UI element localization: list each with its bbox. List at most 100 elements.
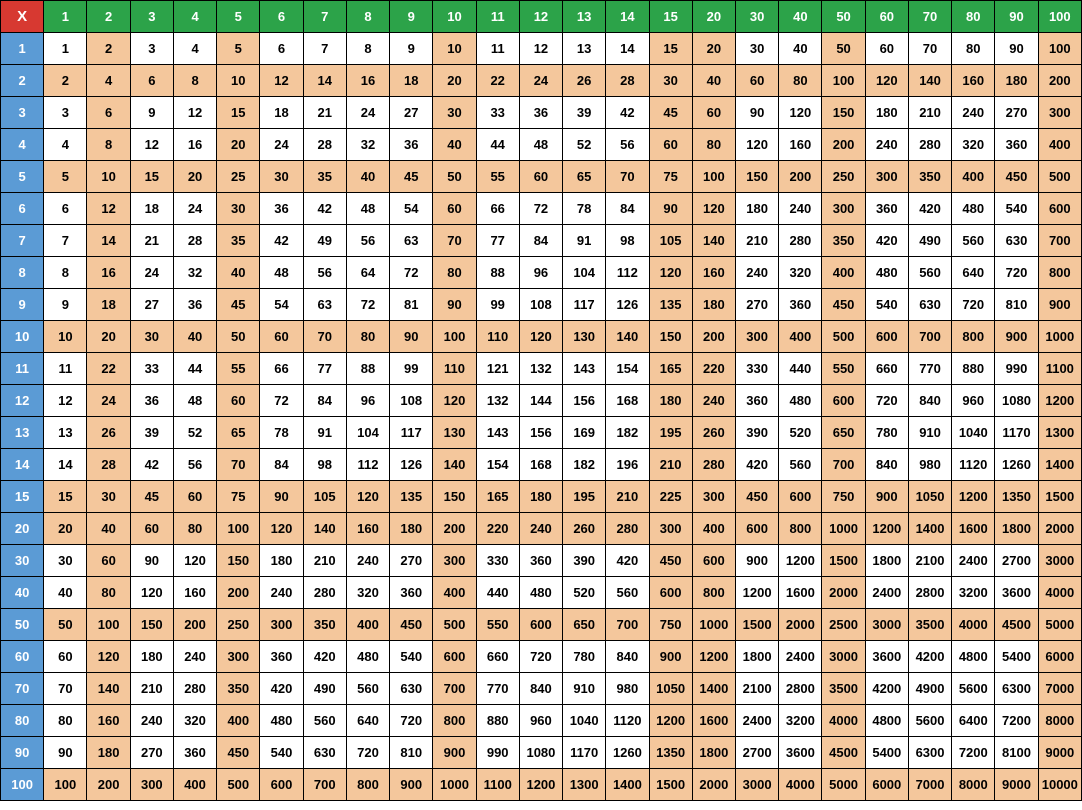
data-cell: 121 — [476, 353, 519, 385]
data-cell: 32 — [173, 257, 216, 289]
data-cell: 5 — [217, 33, 260, 65]
table-row: 1010203040506070809010011012013014015020… — [1, 321, 1082, 353]
data-cell: 50 — [44, 609, 87, 641]
data-cell: 90 — [433, 289, 476, 321]
data-cell: 6300 — [995, 673, 1038, 705]
data-cell: 910 — [908, 417, 951, 449]
data-cell: 360 — [260, 641, 303, 673]
row-header: 90 — [1, 737, 44, 769]
data-cell: 1500 — [649, 769, 692, 801]
data-cell: 15 — [130, 161, 173, 193]
data-cell: 400 — [346, 609, 389, 641]
data-cell: 8 — [346, 33, 389, 65]
data-cell: 240 — [735, 257, 778, 289]
data-cell: 5400 — [865, 737, 908, 769]
data-cell: 8 — [87, 129, 130, 161]
data-cell: 56 — [606, 129, 649, 161]
data-cell: 150 — [217, 545, 260, 577]
data-cell: 14 — [87, 225, 130, 257]
col-header: 10 — [433, 1, 476, 33]
data-cell: 480 — [260, 705, 303, 737]
table-row: 9918273645546372819099108117126135180270… — [1, 289, 1082, 321]
data-cell: 480 — [779, 385, 822, 417]
data-cell: 50 — [217, 321, 260, 353]
data-cell: 320 — [346, 577, 389, 609]
data-cell: 1080 — [995, 385, 1038, 417]
table-row: 7714212835424956637077849198105140210280… — [1, 225, 1082, 257]
data-cell: 6 — [260, 33, 303, 65]
data-cell: 280 — [173, 673, 216, 705]
data-cell: 400 — [217, 705, 260, 737]
data-cell: 160 — [346, 513, 389, 545]
row-header: 10 — [1, 321, 44, 353]
data-cell: 280 — [908, 129, 951, 161]
data-cell: 600 — [519, 609, 562, 641]
data-cell: 80 — [692, 129, 735, 161]
data-cell: 80 — [952, 33, 995, 65]
data-cell: 80 — [433, 257, 476, 289]
data-cell: 210 — [606, 481, 649, 513]
data-cell: 500 — [433, 609, 476, 641]
data-cell: 1200 — [649, 705, 692, 737]
table-row: 4481216202428323640444852566080120160200… — [1, 129, 1082, 161]
data-cell: 1400 — [908, 513, 951, 545]
corner-cell: X — [1, 1, 44, 33]
data-cell: 3600 — [995, 577, 1038, 609]
data-cell: 117 — [390, 417, 433, 449]
col-header: 70 — [908, 1, 951, 33]
data-cell: 182 — [606, 417, 649, 449]
col-header: 2 — [87, 1, 130, 33]
data-cell: 5600 — [952, 673, 995, 705]
data-cell: 120 — [173, 545, 216, 577]
data-cell: 500 — [1038, 161, 1081, 193]
data-cell: 160 — [173, 577, 216, 609]
data-cell: 10000 — [1038, 769, 1081, 801]
data-cell: 160 — [692, 257, 735, 289]
data-cell: 44 — [476, 129, 519, 161]
table-row: 4040801201602002402803203604004404805205… — [1, 577, 1082, 609]
data-cell: 60 — [735, 65, 778, 97]
data-cell: 56 — [303, 257, 346, 289]
data-cell: 32 — [346, 129, 389, 161]
data-cell: 16 — [346, 65, 389, 97]
data-cell: 1100 — [1038, 353, 1081, 385]
data-cell: 60 — [87, 545, 130, 577]
data-cell: 120 — [865, 65, 908, 97]
data-cell: 630 — [303, 737, 346, 769]
data-cell: 4800 — [865, 705, 908, 737]
data-cell: 180 — [865, 97, 908, 129]
data-cell: 60 — [44, 641, 87, 673]
data-cell: 91 — [303, 417, 346, 449]
data-cell: 36 — [130, 385, 173, 417]
data-cell: 840 — [519, 673, 562, 705]
data-cell: 260 — [692, 417, 735, 449]
data-cell: 66 — [260, 353, 303, 385]
table-row: 5050100150200250300350400450500550600650… — [1, 609, 1082, 641]
data-cell: 350 — [303, 609, 346, 641]
data-cell: 300 — [1038, 97, 1081, 129]
data-cell: 660 — [476, 641, 519, 673]
data-cell: 140 — [87, 673, 130, 705]
data-cell: 42 — [303, 193, 346, 225]
data-cell: 840 — [865, 449, 908, 481]
data-cell: 140 — [303, 513, 346, 545]
data-cell: 3000 — [735, 769, 778, 801]
data-cell: 750 — [822, 481, 865, 513]
data-cell: 400 — [1038, 129, 1081, 161]
data-cell: 150 — [649, 321, 692, 353]
data-cell: 33 — [130, 353, 173, 385]
data-cell: 300 — [822, 193, 865, 225]
data-cell: 780 — [865, 417, 908, 449]
data-cell: 800 — [779, 513, 822, 545]
data-cell: 270 — [390, 545, 433, 577]
data-cell: 52 — [563, 129, 606, 161]
data-cell: 20 — [433, 65, 476, 97]
data-cell: 5000 — [1038, 609, 1081, 641]
data-cell: 800 — [346, 769, 389, 801]
data-cell: 810 — [390, 737, 433, 769]
data-cell: 320 — [779, 257, 822, 289]
data-cell: 250 — [217, 609, 260, 641]
row-header: 100 — [1, 769, 44, 801]
data-cell: 550 — [476, 609, 519, 641]
data-cell: 16 — [173, 129, 216, 161]
